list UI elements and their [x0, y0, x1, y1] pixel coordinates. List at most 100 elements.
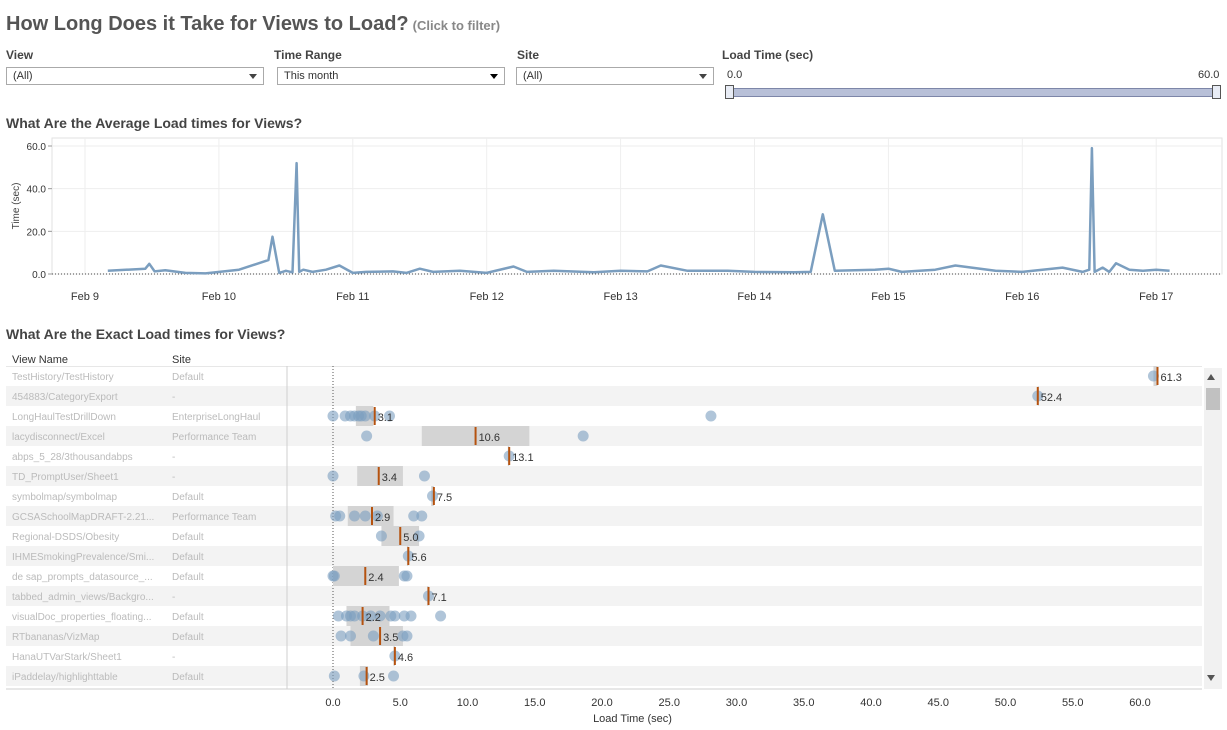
load-time-dot[interactable] [405, 610, 417, 622]
load-time-dot[interactable] [361, 430, 373, 442]
load-time-dot[interactable] [327, 470, 339, 482]
view-name-label[interactable]: 454883/CategoryExport [12, 392, 118, 403]
load-time-min-handle[interactable] [725, 85, 734, 99]
scrollbar-thumb[interactable] [1206, 388, 1220, 410]
view-name-label[interactable]: HanaUTVarStark/Sheet1 [12, 652, 122, 663]
load-time-dot[interactable] [577, 430, 589, 442]
load-time-dot[interactable] [359, 410, 371, 422]
site-label: Default [172, 552, 204, 563]
median-value-label: 3.5 [383, 632, 398, 644]
x-tick-label: Feb 17 [1139, 291, 1173, 303]
load-time-dot[interactable] [418, 470, 430, 482]
x-tick-label: Feb 15 [871, 291, 905, 303]
exact-load-time-dot-chart[interactable]: TestHistory/TestHistory Default 61.3 454883… [0, 366, 1227, 730]
load-time-dot[interactable] [401, 570, 413, 582]
median-value-label: 4.6 [398, 652, 413, 664]
view-filter-select[interactable]: (All) [6, 67, 264, 85]
view-name-label[interactable]: abps_5_28/3thousandabps [12, 452, 133, 463]
site-label: Default [172, 532, 204, 543]
view-name-label[interactable]: Regional-DSDS/Obesity [12, 532, 119, 543]
load-time-dot[interactable] [335, 630, 347, 642]
x-tick-label: 25.0 [659, 697, 680, 709]
site-label: Default [172, 612, 204, 623]
x-tick-label: 45.0 [928, 697, 949, 709]
x-tick-label: Feb 11 [336, 291, 369, 303]
view-filter-label: View [6, 48, 34, 62]
avg-load-time-line-chart[interactable]: Feb 9 Feb 10 Feb 11 Feb 12 Feb 13 Feb 14 Feb 1… [0, 132, 1227, 310]
load-time-min-value: 0.0 [727, 69, 743, 81]
load-time-dot[interactable] [328, 670, 340, 682]
load-time-dot[interactable] [705, 410, 717, 422]
view-name-label[interactable]: TestHistory/TestHistory [12, 372, 114, 383]
load-time-max-value: 60.0 [1198, 69, 1220, 81]
x-tick-label: 30.0 [726, 697, 747, 709]
x-axis-label: Load Time (sec) [593, 713, 672, 725]
site-label: Performance Team [172, 512, 256, 523]
median-value-label: 10.6 [479, 432, 500, 444]
view-name-label[interactable]: tabbed_admin_views/Backgro... [12, 592, 154, 603]
load-time-dot[interactable] [349, 510, 361, 522]
row-band [6, 586, 1202, 606]
site-label: - [172, 392, 175, 403]
row-band [6, 466, 1202, 486]
site-filter-value: (All) [523, 70, 543, 82]
x-tick-label: 60.0 [1129, 697, 1150, 709]
chevron-down-icon [699, 74, 707, 79]
time-range-filter-label: Time Range [274, 48, 342, 62]
view-name-label[interactable]: lacydisconnect/Excel [12, 432, 105, 443]
load-time-dot[interactable] [367, 630, 379, 642]
x-tick-label: 5.0 [393, 697, 408, 709]
x-tick-label: Feb 16 [1005, 291, 1039, 303]
x-tick-label: 50.0 [995, 697, 1016, 709]
y-tick-label: 0.0 [32, 270, 46, 281]
x-tick-label: Feb 9 [71, 291, 99, 303]
view-name-label[interactable]: iPaddelay/highlighttable [12, 672, 118, 683]
vertical-scrollbar[interactable] [1204, 368, 1222, 689]
view-name-label[interactable]: de sap_prompts_datasource_... [12, 572, 153, 583]
time-range-filter-select[interactable]: This month [277, 67, 505, 85]
load-time-dot[interactable] [334, 510, 346, 522]
view-name-label[interactable]: LongHaulTestDrillDown [12, 412, 116, 423]
view-name-label[interactable]: symbolmap/symbolmap [12, 492, 117, 503]
median-value-label: 2.2 [366, 612, 381, 624]
load-time-dot[interactable] [358, 670, 370, 682]
dashboard-title: How Long Does it Take for Views to Load?… [6, 13, 500, 36]
column-header-site: Site [172, 354, 191, 366]
load-time-dot[interactable] [327, 410, 339, 422]
avg-chart-title: What Are the Average Load times for View… [6, 115, 303, 131]
x-tick-label: 55.0 [1062, 697, 1083, 709]
median-value-label: 7.1 [431, 592, 446, 604]
title-text: How Long Does it Take for Views to Load? [6, 13, 409, 35]
x-tick-label: 40.0 [860, 697, 881, 709]
load-time-range-slider[interactable] [725, 85, 1221, 99]
site-label: - [172, 652, 175, 663]
load-time-max-handle[interactable] [1212, 85, 1221, 99]
chevron-down-icon [490, 74, 498, 79]
median-value-label: 5.0 [403, 532, 418, 544]
view-name-label[interactable]: RTbananas/VizMap [12, 632, 100, 643]
site-label: Default [172, 572, 204, 583]
view-name-label[interactable]: IHMESmokingPrevalence/Smi... [12, 552, 154, 563]
site-filter-select[interactable]: (All) [516, 67, 714, 85]
load-time-dot[interactable] [401, 630, 413, 642]
load-time-dot[interactable] [388, 670, 400, 682]
exact-chart-title: What Are the Exact Load times for Views? [6, 326, 286, 342]
view-name-label[interactable]: GCSASchoolMapDRAFT-2.21... [12, 512, 154, 523]
x-tick-label: 0.0 [325, 697, 340, 709]
median-value-label: 3.1 [378, 412, 393, 424]
site-label: Default [172, 492, 204, 503]
y-axis-label: Time (sec) [11, 183, 22, 230]
view-name-label[interactable]: TD_PromptUser/Sheet1 [12, 472, 119, 483]
column-header-view-name: View Name [12, 354, 69, 366]
load-time-dot[interactable] [389, 610, 401, 622]
view-name-label[interactable]: visualDoc_properties_floating... [12, 612, 152, 623]
load-time-dot[interactable] [435, 610, 447, 622]
median-value-label: 61.3 [1160, 372, 1181, 384]
load-time-dot[interactable] [359, 510, 371, 522]
load-time-dot[interactable] [328, 570, 340, 582]
load-time-dot[interactable] [375, 530, 387, 542]
median-value-label: 2.4 [368, 572, 383, 584]
load-time-dot[interactable] [416, 510, 428, 522]
title-subtitle: (Click to filter) [412, 18, 501, 33]
load-time-dot[interactable] [344, 630, 356, 642]
